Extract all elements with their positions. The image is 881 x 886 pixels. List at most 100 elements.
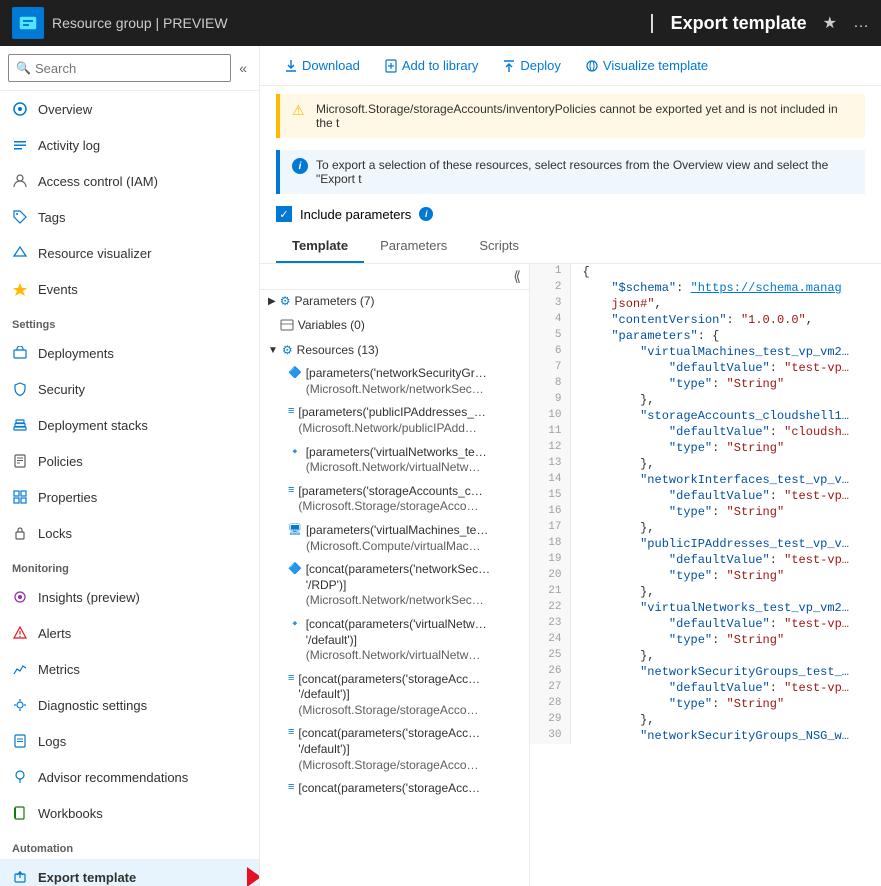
tree-item-res4[interactable]: ≡ [parameters('storageAccounts_c…(Micros…: [260, 480, 529, 519]
line-num-12: 12: [530, 440, 570, 456]
code-line-28: 28 "type": "String": [530, 696, 881, 712]
line-num-9: 9: [530, 392, 570, 408]
visualize-template-button[interactable]: Visualize template: [577, 54, 716, 77]
tree-item-res9-label: [concat(parameters('storageAcc…'/default…: [298, 726, 480, 773]
sidebar-item-logs[interactable]: Logs: [0, 723, 259, 759]
visualize-icon: [585, 59, 599, 73]
deploy-icon: [502, 59, 516, 73]
code-line-30: 30 "networkSecurityGroups_NSG_w…: [530, 728, 881, 744]
code-line-19: 19 "defaultValue": "test-vp…: [530, 552, 881, 568]
tree-item-res6[interactable]: 🔷 [concat(parameters('networkSec…'/RDP')…: [260, 558, 529, 613]
sidebar-item-alerts[interactable]: Alerts: [0, 615, 259, 651]
line-num-7: 7: [530, 360, 570, 376]
code-panel: 1 { 2 "$schema": "https://schema.manag 3…: [530, 264, 881, 886]
warning-alert: ⚠ Microsoft.Storage/storageAccounts/inve…: [276, 94, 865, 138]
events-icon: [12, 281, 28, 297]
sidebar-item-properties[interactable]: Properties: [0, 479, 259, 515]
sidebar-collapse-button[interactable]: «: [235, 58, 251, 78]
sidebar-item-workbooks[interactable]: Workbooks: [0, 795, 259, 831]
line-content-21: },: [570, 584, 881, 600]
deploy-button[interactable]: Deploy: [494, 54, 568, 77]
tree-panel: ⟪ ▶ ⚙ Parameters (7) ▶ Variables (0): [260, 264, 530, 886]
schema-link[interactable]: "https://schema.manag: [691, 281, 842, 295]
res6-icon: 🔷: [288, 562, 302, 575]
warning-icon: ⚠: [292, 102, 308, 118]
include-params-checkbox[interactable]: [276, 206, 292, 222]
sidebar-item-locks[interactable]: Locks: [0, 515, 259, 551]
variables-icon: [280, 318, 294, 335]
sidebar-item-advisor-recommendations[interactable]: Advisor recommendations: [0, 759, 259, 795]
line-content-19: "defaultValue": "test-vp…: [570, 552, 881, 568]
sidebar-item-deployment-stacks[interactable]: Deployment stacks: [0, 407, 259, 443]
code-line-14: 14 "networkInterfaces_test_vp_v…: [530, 472, 881, 488]
sidebar-item-label: Security: [38, 382, 85, 397]
search-input[interactable]: [8, 54, 231, 82]
sidebar-item-diagnostic-settings[interactable]: Diagnostic settings: [0, 687, 259, 723]
search-icon: 🔍: [16, 61, 31, 75]
tab-template[interactable]: Template: [276, 230, 364, 263]
line-content-9: },: [570, 392, 881, 408]
more-icon[interactable]: …: [853, 14, 869, 32]
sidebar-item-events[interactable]: Events: [0, 271, 259, 307]
sidebar-section-settings: Settings: [0, 307, 259, 335]
include-params-info-icon[interactable]: i: [419, 207, 433, 221]
deploy-label: Deploy: [520, 58, 560, 73]
parameters-icon: ⚙: [280, 294, 291, 308]
sidebar-item-overview[interactable]: Overview: [0, 91, 259, 127]
tree-item-res1[interactable]: 🔷 [parameters('networkSecurityGr…(Micros…: [260, 362, 529, 401]
sidebar-item-policies[interactable]: Policies: [0, 443, 259, 479]
code-line-15: 15 "defaultValue": "test-vp…: [530, 488, 881, 504]
sidebar-item-tags[interactable]: Tags: [0, 199, 259, 235]
line-content-29: },: [570, 712, 881, 728]
advisor-icon: [12, 769, 28, 785]
code-line-8: 8 "type": "String": [530, 376, 881, 392]
sidebar-item-insights[interactable]: Insights (preview): [0, 579, 259, 615]
tree-item-res5[interactable]: 🖥 [parameters('virtualMachines_te…(Micro…: [260, 519, 529, 558]
tree-item-parameters-label: Parameters (7): [294, 294, 374, 310]
tree-item-res8[interactable]: ≡ [concat(parameters('storageAcc…'/defau…: [260, 668, 529, 723]
line-num-13: 13: [530, 456, 570, 472]
tree-item-res7-label: [concat(parameters('virtualNetw…'/defaul…: [306, 617, 487, 664]
sidebar-item-resource-visualizer[interactable]: Resource visualizer: [0, 235, 259, 271]
alerts-icon: [12, 625, 28, 641]
tree-collapse-button[interactable]: ⟪: [513, 268, 521, 285]
line-content-1: {: [570, 264, 881, 280]
tree-item-res4-label: [parameters('storageAccounts_c…(Microsof…: [298, 484, 482, 515]
tags-icon: [12, 209, 28, 225]
sidebar-item-export-template[interactable]: Export template: [0, 859, 259, 886]
tab-parameters[interactable]: Parameters: [364, 230, 463, 263]
sidebar-item-metrics[interactable]: Metrics: [0, 651, 259, 687]
tree-item-res2[interactable]: ≡ [parameters('publicIPAddresses_…(Micro…: [260, 401, 529, 440]
tree-item-res6-label: [concat(parameters('networkSec…'/RDP')](…: [306, 562, 490, 609]
line-content-7: "defaultValue": "test-vp…: [570, 360, 881, 376]
sidebar-item-activity-log[interactable]: Activity log: [0, 127, 259, 163]
sidebar-item-label: Advisor recommendations: [38, 770, 188, 785]
tree-item-parameters[interactable]: ▶ ⚙ Parameters (7): [260, 290, 529, 314]
tab-scripts[interactable]: Scripts: [463, 230, 535, 263]
tree-item-res8-label: [concat(parameters('storageAcc…'/default…: [298, 672, 480, 719]
sidebar-item-deployments[interactable]: Deployments: [0, 335, 259, 371]
tree-item-res9[interactable]: ≡ [concat(parameters('storageAcc…'/defau…: [260, 722, 529, 777]
include-params-row: Include parameters i: [260, 202, 881, 230]
line-num-1: 1: [530, 264, 570, 280]
line-content-23: "defaultValue": "test-vp…: [570, 616, 881, 632]
line-content-14: "networkInterfaces_test_vp_v…: [570, 472, 881, 488]
code-line-24: 24 "type": "String": [530, 632, 881, 648]
tree-item-res7[interactable]: 🔹 [concat(parameters('virtualNetw…'/defa…: [260, 613, 529, 668]
code-line-5: 5 "parameters": {: [530, 328, 881, 344]
tree-item-resources[interactable]: ▼ ⚙ Resources (13): [260, 339, 529, 363]
parameters-chevron: ▶: [268, 296, 276, 307]
download-button[interactable]: Download: [276, 54, 368, 77]
line-num-27: 27: [530, 680, 570, 696]
line-num-23: 23: [530, 616, 570, 632]
star-icon[interactable]: ★: [823, 13, 837, 33]
line-content-27: "defaultValue": "test-vp…: [570, 680, 881, 696]
add-to-library-button[interactable]: Add to library: [376, 54, 487, 77]
tree-item-variables[interactable]: ▶ Variables (0): [260, 314, 529, 339]
code-line-21: 21 },: [530, 584, 881, 600]
sidebar-item-access-control[interactable]: Access control (IAM): [0, 163, 259, 199]
sidebar-item-security[interactable]: Security: [0, 371, 259, 407]
tree-item-res3[interactable]: 🔹 [parameters('virtualNetworks_te…(Micro…: [260, 441, 529, 480]
tree-item-res10[interactable]: ≡ [concat(parameters('storageAcc…: [260, 777, 529, 801]
res7-icon: 🔹: [288, 617, 302, 630]
